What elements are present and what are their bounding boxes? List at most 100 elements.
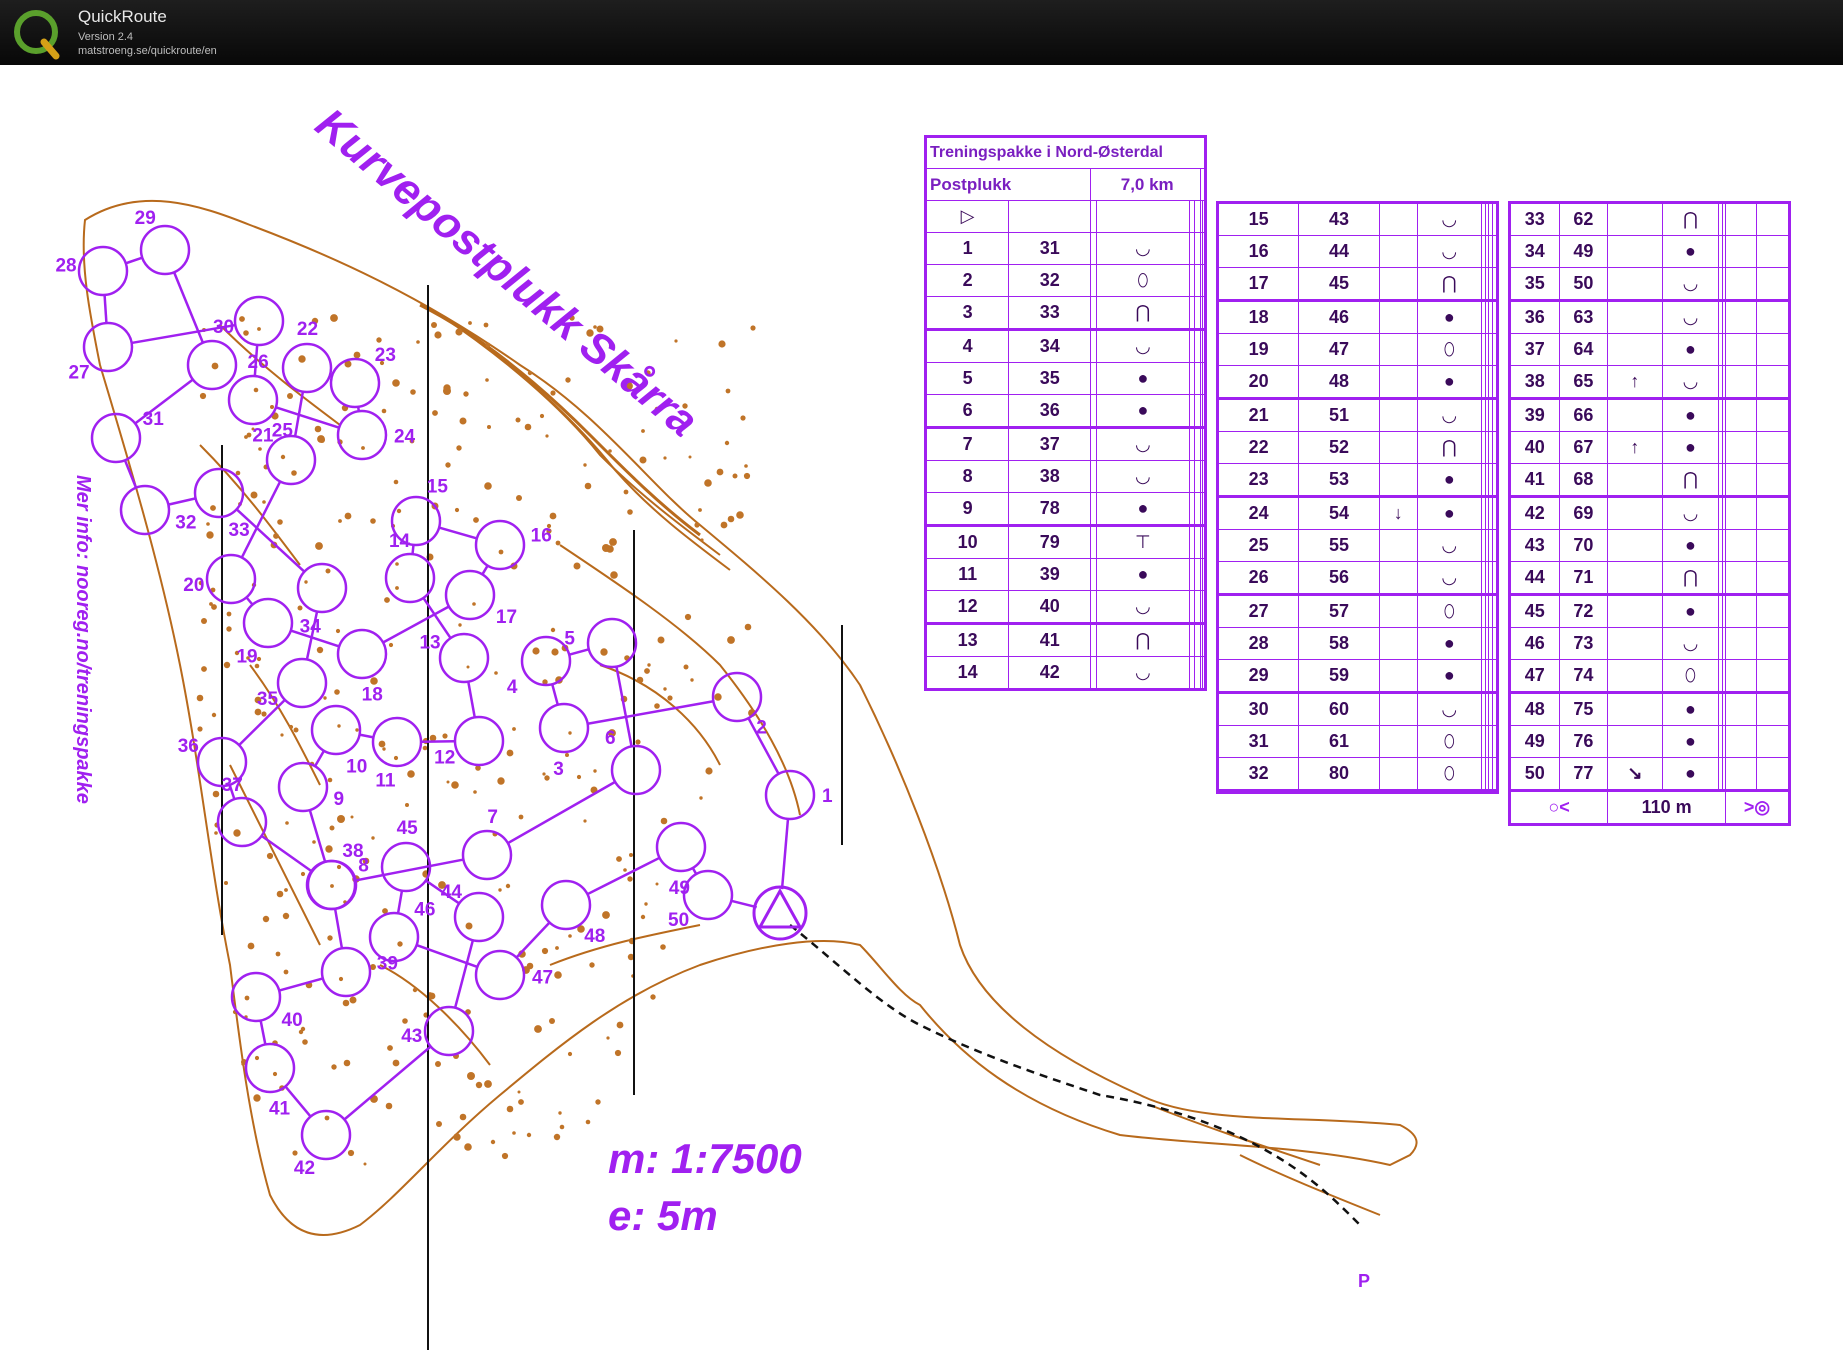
- control-code: 50: [1558, 267, 1609, 301]
- control-code: 44: [1298, 235, 1380, 268]
- terrain-dot: [720, 521, 728, 529]
- map-view[interactable]: P 1 2 3 4 5 6 7 8 9 10 11 12 13 14 15 16 17 18 19 20 21 22 23 2…: [0, 65, 1843, 1369]
- terrain-dot: [629, 853, 633, 857]
- description-row: 47 74 ⬯: [1510, 659, 1789, 693]
- control-number: 44: [1510, 561, 1560, 595]
- feature-symbol: ⬯: [1416, 333, 1482, 366]
- which-feature: [1378, 463, 1418, 497]
- control-circle: [276, 657, 328, 709]
- terrain-dot: [468, 321, 472, 325]
- control-code: 51: [1298, 398, 1380, 432]
- app-url: matstroeng.se/quickroute/en: [78, 45, 217, 57]
- terrain-dot: [610, 571, 618, 579]
- terrain-dot: [293, 727, 299, 733]
- terrain-dot: [336, 864, 342, 870]
- empty-cell: [1492, 235, 1497, 268]
- terrain-dot: [291, 470, 297, 476]
- terrain-dot: [456, 445, 462, 451]
- path-to-parking: [789, 924, 1361, 1226]
- control-circle: [438, 632, 490, 684]
- terrain-dot: [744, 623, 752, 631]
- feature-symbol: ◡: [1095, 656, 1190, 689]
- which-feature: [1607, 496, 1663, 530]
- control-code: 80: [1298, 757, 1380, 791]
- empty-cell: [1492, 267, 1497, 301]
- empty-cell: [1492, 496, 1497, 530]
- empty-cell: [1756, 496, 1789, 530]
- terrain-dot: [473, 790, 477, 794]
- description-row: 8 38 ◡: [925, 460, 1205, 493]
- control-number-label: 26: [248, 352, 269, 373]
- control-circle: [474, 949, 526, 1001]
- control-number-label: 30: [213, 317, 234, 338]
- control-code: 39: [1008, 558, 1092, 591]
- terrain-dot: [214, 831, 218, 835]
- feature-symbol: ◡: [1416, 398, 1482, 432]
- terrain-dot: [472, 602, 476, 606]
- control-number-label: 15: [427, 477, 449, 498]
- empty-cell: [1202, 232, 1205, 265]
- feature-symbol: ◡: [1416, 561, 1482, 595]
- control-number-label: 11: [375, 771, 396, 792]
- which-feature: [1378, 300, 1418, 334]
- terrain-dot: [312, 840, 316, 844]
- terrain-dot: [744, 464, 748, 468]
- finish-circle: [752, 885, 808, 941]
- course-leg: [125, 256, 143, 265]
- control-40: 40: [230, 971, 303, 1031]
- terrain-dot: [276, 890, 284, 898]
- terrain-dot: [568, 934, 572, 938]
- feature-symbol: ◡: [1095, 232, 1190, 265]
- empty-cell: [1756, 333, 1789, 366]
- course-leg: [411, 544, 415, 555]
- terrain-dot: [435, 1061, 441, 1067]
- control-circle: [423, 1005, 475, 1057]
- control-number: 30: [1217, 692, 1300, 726]
- control-number-label: 21: [252, 425, 274, 446]
- terrain-dot: [463, 391, 469, 397]
- control-circles: 1234567891011121314151617181920212223242…: [55, 208, 833, 1179]
- terrain-dot: [614, 1049, 622, 1057]
- terrain-dot: [644, 668, 650, 674]
- control-circle: [119, 484, 171, 536]
- start-triangle-shape: [757, 887, 803, 929]
- terrain-dot: [431, 322, 437, 328]
- control-code: 69: [1558, 496, 1609, 530]
- control-code: 74: [1558, 659, 1609, 693]
- terrain-dot: [258, 447, 262, 451]
- control-code: 78: [1008, 492, 1092, 526]
- terrain-dot: [370, 518, 376, 524]
- terrain-dot: [657, 636, 665, 644]
- feature-symbol: ●: [1661, 431, 1720, 464]
- control-number-label: 50: [668, 910, 689, 931]
- control-code: 40: [1008, 590, 1092, 624]
- control-number-label: 12: [434, 748, 455, 769]
- empty-cell: [1756, 692, 1789, 726]
- description-row: 35 50 ◡: [1510, 267, 1789, 301]
- control-code: 54: [1298, 496, 1380, 530]
- control-code: 60: [1298, 692, 1380, 726]
- control-number: 32: [1217, 757, 1300, 791]
- control-circle: [453, 891, 505, 943]
- terrain-dot: [371, 836, 375, 840]
- which-feature: [1378, 594, 1418, 628]
- terrain-dot: [549, 1018, 555, 1024]
- terrain-dot: [623, 489, 629, 495]
- control-number: 15: [1217, 203, 1300, 236]
- terrain-dot: [201, 618, 207, 624]
- terrain-dot: [262, 500, 266, 504]
- terrain-dot: [342, 999, 350, 1007]
- control-27: 27: [68, 321, 134, 384]
- empty-cell: [1756, 431, 1789, 464]
- description-row: 49 76 ●: [1510, 725, 1789, 758]
- terrain-dot: [674, 339, 678, 343]
- terrain-dot: [273, 533, 279, 539]
- description-row: 14 42 ◡: [925, 656, 1205, 689]
- description-row: 16 44 ◡: [1217, 235, 1497, 268]
- terrain-dot: [250, 491, 258, 499]
- terrain-dot: [458, 623, 462, 627]
- control-44: 44: [441, 882, 505, 943]
- control-number: 43: [1510, 529, 1560, 562]
- control-number-label: 13: [419, 633, 440, 654]
- feature-symbol: ●: [1095, 362, 1190, 395]
